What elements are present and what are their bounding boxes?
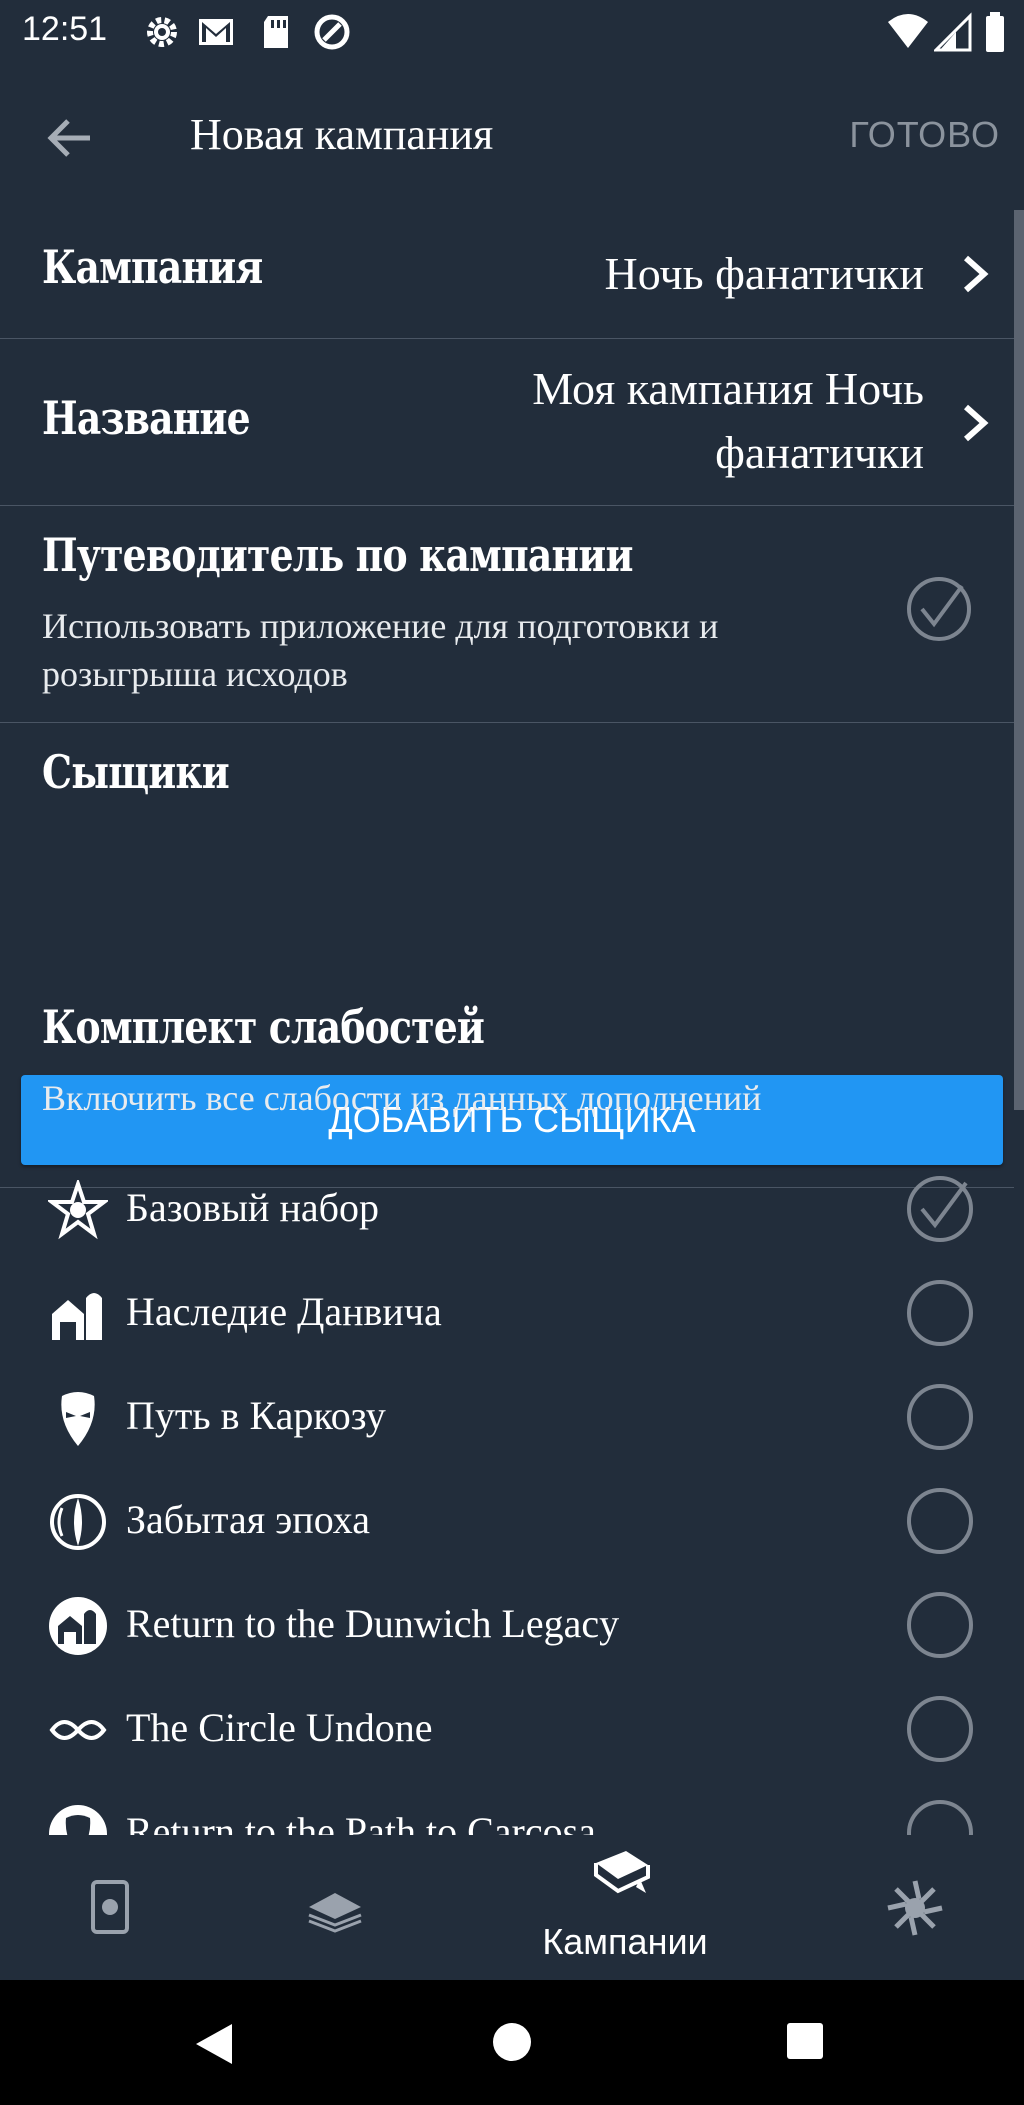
circle-undone-icon: [49, 1720, 107, 1740]
nav-tab-cards[interactable]: [60, 1835, 160, 1980]
data-saver-icon: [314, 14, 350, 50]
weakness-item-core[interactable]: Базовый набор: [0, 1156, 1014, 1260]
campaign-guide-label: Путеводитель по кампании: [42, 528, 633, 582]
campaign-guide-row[interactable]: Путеводитель по кампании Использовать пр…: [0, 506, 1014, 723]
wifi-icon: [888, 14, 928, 48]
weakness-item-circle-undone[interactable]: The Circle Undone: [0, 1676, 1014, 1780]
weakness-checkbox[interactable]: [906, 1799, 974, 1835]
weakness-item-carcosa[interactable]: Путь в Каркозу: [0, 1364, 1014, 1468]
decks-icon: [308, 1893, 362, 1933]
card-icon: [91, 1880, 129, 1934]
signal-icon: [934, 12, 972, 52]
campaign-book-icon: [594, 1851, 650, 1894]
weakness-item-label: Базовый набор: [126, 1185, 379, 1230]
gmail-icon: [199, 19, 233, 45]
campaign-guide-desc-line1: Использовать приложение для подготовки и: [42, 606, 719, 646]
done-button[interactable]: ГОТОВО: [849, 114, 1000, 156]
back-triangle-icon[interactable]: [194, 2022, 234, 2066]
status-time: 12:51: [22, 10, 108, 48]
elder-sign-icon: [887, 1880, 943, 1936]
home-circle-icon[interactable]: [492, 2022, 532, 2062]
campaign-guide-checkbox[interactable]: [906, 576, 972, 642]
weakness-checkbox-checked[interactable]: [906, 1175, 974, 1243]
chevron-right-icon: [964, 404, 989, 442]
page-title: Новая кампания: [190, 110, 494, 159]
system-navigation-bar: [0, 1980, 1024, 2105]
campaign-guide-description: Использовать приложение для подготовки и…: [42, 602, 718, 698]
settings-icon: [147, 17, 177, 47]
campaign-row[interactable]: Кампания Ночь фанатички: [0, 210, 1014, 339]
weakness-set-description: Включить все слабости из данных дополнен…: [42, 1078, 762, 1118]
weakness-checkbox[interactable]: [906, 1279, 974, 1347]
weakness-item-label: Наследие Данвича: [126, 1289, 442, 1334]
dunwich-icon: [52, 1293, 102, 1340]
weakness-checkbox[interactable]: [906, 1487, 974, 1555]
weakness-item-dunwich[interactable]: Наследие Данвича: [0, 1260, 1014, 1364]
weakness-checkbox[interactable]: [906, 1591, 974, 1659]
core-set-icon: [48, 1180, 108, 1240]
status-bar: 12:51: [0, 0, 1024, 64]
nav-tab-campaigns-label: Кампании: [542, 1921, 708, 1962]
campaign-value: Ночь фанатички: [604, 248, 924, 299]
forgotten-age-icon: [50, 1494, 106, 1550]
bottom-navigation: Кампании: [0, 1835, 1024, 1980]
name-value-line2: фанатички: [715, 427, 924, 478]
campaign-label: Кампания: [42, 240, 263, 294]
recents-square-icon[interactable]: [786, 2022, 824, 2060]
weakness-set-label: Комплект слабостей: [42, 1000, 485, 1054]
sd-card-icon: [264, 16, 288, 48]
name-value: Моя кампания Ночь фанатички: [532, 357, 924, 485]
nav-tab-campaigns[interactable]: Кампании: [520, 1835, 730, 1980]
back-arrow-icon[interactable]: [40, 108, 100, 168]
battery-icon: [986, 12, 1004, 52]
nav-tab-settings[interactable]: [870, 1835, 970, 1980]
return-dunwich-icon: [49, 1597, 107, 1655]
weakness-item-label: Забытая эпоха: [126, 1497, 370, 1542]
investigators-label: Сыщики: [42, 745, 230, 799]
form-content: Кампания Ночь фанатички Название Моя кам…: [0, 210, 1024, 1835]
weakness-item-label: Return to the Path to Carcosa: [126, 1809, 596, 1835]
carcosa-mask-icon: [61, 1392, 95, 1446]
weakness-item-forgotten-age[interactable]: Забытая эпоха: [0, 1468, 1014, 1572]
weakness-item-label: Путь в Каркозу: [126, 1393, 386, 1438]
name-label: Название: [42, 391, 251, 445]
nav-tab-decks[interactable]: [285, 1835, 385, 1980]
app-bar: Новая кампания ГОТОВО: [0, 64, 1024, 210]
name-value-line1: Моя кампания Ночь: [532, 363, 924, 414]
weakness-item-return-dunwich[interactable]: Return to the Dunwich Legacy: [0, 1572, 1014, 1676]
weakness-item-return-carcosa[interactable]: Return to the Path to Carcosa: [0, 1780, 1014, 1835]
weakness-checkbox[interactable]: [906, 1695, 974, 1763]
weakness-item-label: Return to the Dunwich Legacy: [126, 1601, 620, 1646]
chevron-right-icon: [964, 255, 989, 293]
return-carcosa-icon: [49, 1805, 107, 1835]
campaign-guide-desc-line2: розыгрыша исходов: [42, 654, 348, 694]
weakness-item-label: The Circle Undone: [126, 1705, 433, 1750]
name-row[interactable]: Название Моя кампания Ночь фанатички: [0, 339, 1014, 506]
weakness-checkbox[interactable]: [906, 1383, 974, 1451]
